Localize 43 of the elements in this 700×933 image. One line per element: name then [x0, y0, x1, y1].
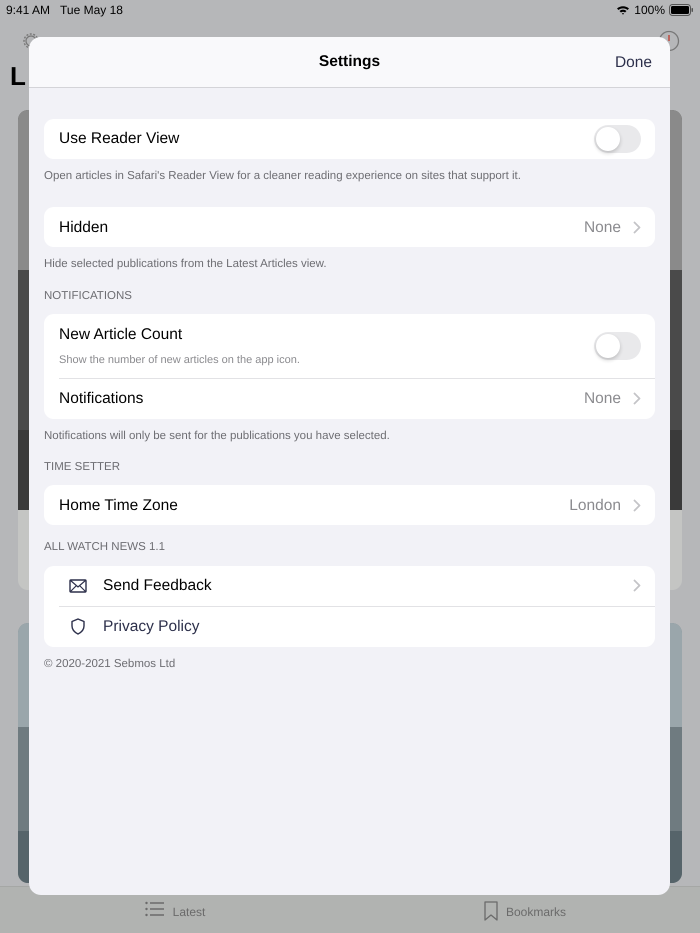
bookmark-icon — [484, 901, 498, 921]
settings-row[interactable]: Send Feedback — [59, 566, 655, 606]
chevron-icon — [633, 579, 641, 592]
toggle-switch[interactable] — [594, 332, 641, 360]
row-value: London — [569, 496, 621, 516]
settings-row[interactable]: Home Time Zone London — [59, 485, 655, 526]
settings-row[interactable]: Hidden None — [59, 207, 655, 248]
row-value: None — [584, 218, 621, 238]
done-button[interactable]: Done — [614, 51, 652, 74]
chevron-icon — [633, 392, 641, 406]
row-label: Send Feedback — [103, 576, 213, 596]
page-title: L — [10, 60, 26, 92]
shield-icon — [71, 618, 85, 635]
row-label: Notifications — [59, 389, 144, 410]
battery-icon — [669, 4, 694, 16]
list-icon — [144, 901, 165, 917]
chevron-icon — [633, 220, 641, 234]
section-footer: Notifications will only be sent for the publications you have selected. — [44, 428, 655, 445]
wifi-icon — [616, 5, 630, 15]
chevron-icon — [633, 498, 641, 512]
row-label: Privacy Policy — [103, 616, 200, 637]
section-footer: © 2020-2021 Sebmos Ltd — [44, 656, 655, 673]
row-label: Home Time Zone — [59, 496, 179, 516]
section-header: TIME SETTER — [44, 460, 122, 475]
status-time: 9:41 AM — [6, 2, 50, 19]
settings-row[interactable]: Privacy Policy — [59, 606, 655, 646]
row-label: Hidden — [59, 218, 110, 238]
section-header: ALL WATCH NEWS 1.1 — [44, 540, 166, 556]
section-footer: Hide selected publications from the Latest Articles view. — [44, 256, 655, 274]
envelope-icon — [69, 578, 87, 592]
row-label: New Article Count — [59, 324, 184, 345]
section-header: NOTIFICATIONS — [44, 288, 133, 304]
settings-row[interactable]: Use Reader View — [59, 119, 655, 159]
row-subtitle: Show the number of new articles on the app icon. — [59, 353, 301, 368]
row-label: Use Reader View — [59, 129, 180, 150]
toggle-switch[interactable] — [594, 125, 641, 153]
section-footer: Open articles in Safari's Reader View for a cleaner reading experience on sites that support it. — [44, 168, 655, 186]
battery-percent: 100% — [634, 2, 665, 19]
settings-row[interactable]: New Article Count Show the number of new articles on the app icon. — [59, 314, 655, 378]
settings-row[interactable]: Notifications None — [59, 378, 655, 419]
sheet-title: Settings — [318, 52, 380, 72]
status-date: Tue May 18 — [60, 2, 123, 19]
row-value: None — [584, 389, 621, 410]
